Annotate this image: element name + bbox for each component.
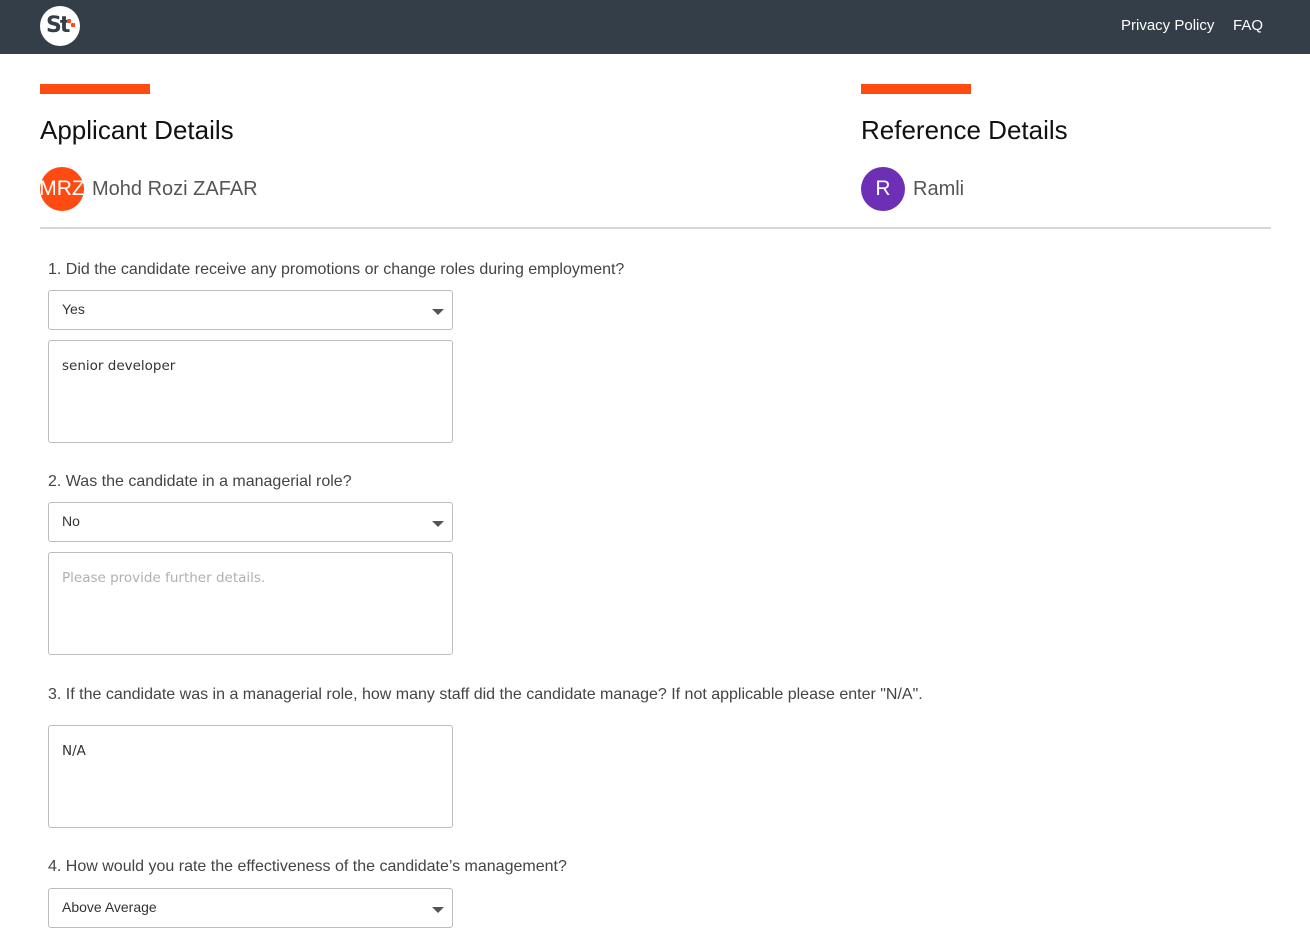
question-2-label: 2. Was the candidate in a managerial rol…	[48, 473, 352, 490]
question-1-details-value: senior developer	[62, 358, 176, 374]
question-1-label: 1. Did the candidate receive any promoti…	[48, 261, 625, 278]
reference-info: R Ramli	[861, 167, 964, 211]
question-1-details-textarea[interactable]: senior developer	[48, 340, 453, 443]
reference-avatar: R	[861, 167, 905, 211]
chevron-down-icon	[432, 907, 444, 913]
applicant-accent-bar	[40, 84, 150, 94]
chevron-down-icon	[432, 521, 444, 527]
reference-name: Ramli	[913, 177, 965, 200]
question-3-label: 3. If the candidate was in a managerial …	[48, 686, 923, 703]
question-1-selected-value: Yes	[62, 301, 85, 317]
applicant-details-title: Applicant Details	[40, 115, 234, 145]
question-1-select[interactable]: Yes	[48, 290, 453, 330]
reference-details-title: Reference Details	[861, 115, 1068, 145]
question-3-details-value: N/A	[62, 743, 86, 759]
question-4-label: 4. How would you rate the effectiveness …	[48, 858, 567, 875]
chevron-down-icon	[432, 309, 444, 315]
logo-text: St	[46, 13, 70, 38]
question-2-details-placeholder: Please provide further details.	[62, 570, 266, 586]
section-divider	[40, 227, 1271, 229]
applicant-name: Mohd Rozi ZAFAR	[92, 177, 258, 200]
question-4-selected-value: Above Average	[62, 899, 157, 915]
reference-accent-bar	[861, 84, 971, 94]
logo-dot-icon	[71, 23, 75, 27]
question-2-details-textarea[interactable]: Please provide further details.	[48, 552, 453, 655]
faq-link[interactable]: FAQ	[1233, 17, 1263, 35]
question-2-selected-value: No	[62, 513, 80, 529]
logo[interactable]: St	[40, 6, 80, 46]
privacy-policy-link[interactable]: Privacy Policy	[1121, 17, 1214, 35]
applicant-info: MRZ Mohd Rozi ZAFAR	[40, 167, 258, 211]
question-2-select[interactable]: No	[48, 502, 453, 542]
top-nav-bar: St Privacy Policy FAQ	[0, 0, 1310, 54]
applicant-avatar: MRZ	[40, 167, 84, 211]
question-3-details-textarea[interactable]: N/A	[48, 725, 453, 828]
question-4-select[interactable]: Above Average	[48, 888, 453, 928]
